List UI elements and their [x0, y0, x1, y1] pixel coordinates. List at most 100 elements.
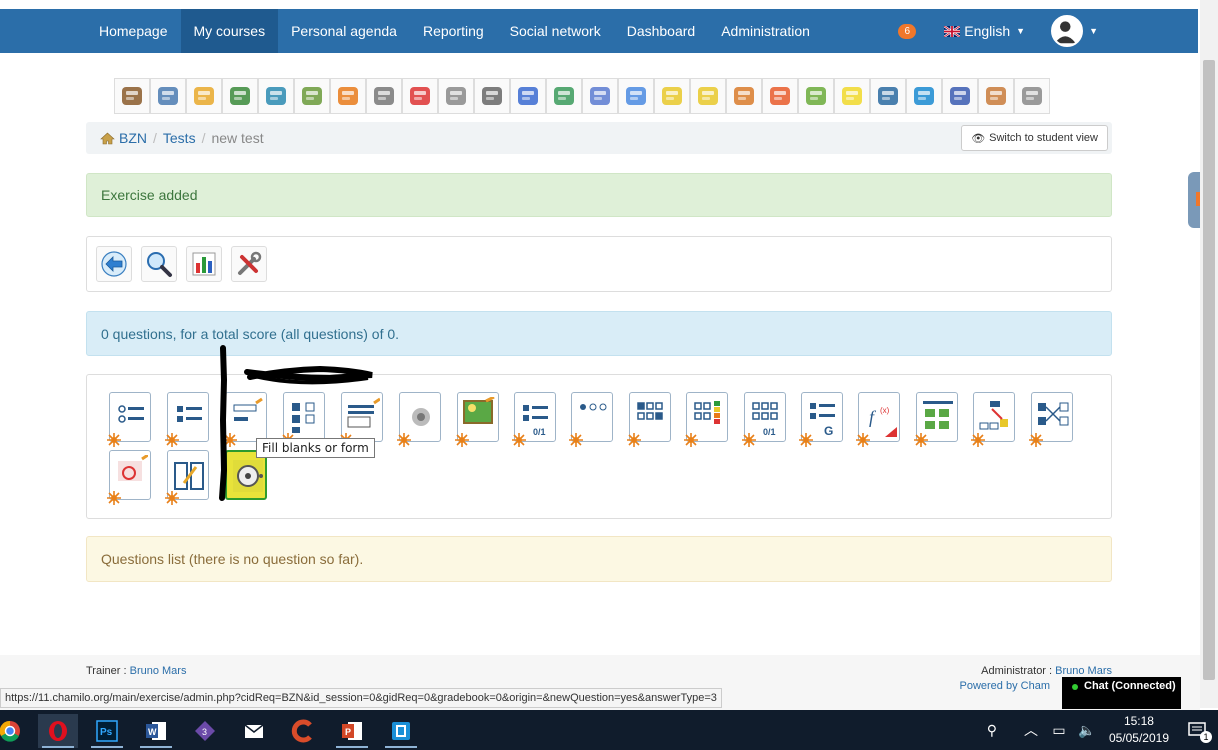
breadcrumb-course[interactable]: BZN [119, 130, 147, 146]
question-type-unique-answer-no-option[interactable] [569, 392, 613, 447]
question-type-multiple-answer-true-false-degree[interactable] [684, 392, 728, 447]
tool-survey[interactable] [834, 78, 870, 114]
tool-dropbox[interactable] [582, 78, 618, 114]
chevron-up-icon[interactable]: ︿ [1020, 719, 1042, 741]
question-type-combination-true-false[interactable]: 0/1 [742, 392, 786, 447]
admin-info: Administrator : Bruno Mars [981, 665, 1112, 677]
notification-center-icon[interactable]: 1 [1186, 719, 1212, 743]
admin-link[interactable]: Bruno Mars [1055, 665, 1112, 677]
powered-by-link[interactable]: Powered by Cham [960, 680, 1051, 692]
side-panel-tab[interactable] [1188, 172, 1200, 228]
tools-icon [238, 251, 262, 275]
magnifier-icon [147, 252, 172, 277]
app-window-icon[interactable] [381, 714, 421, 748]
question-type-calculated-answer[interactable]: f (x) [856, 392, 900, 447]
question-type-match-arrows[interactable] [1029, 392, 1073, 447]
tool-announcements[interactable] [330, 78, 366, 114]
chrome-icon[interactable] [0, 714, 30, 748]
tool-agenda[interactable] [510, 78, 546, 114]
tool-settings[interactable] [978, 78, 1014, 114]
people-icon[interactable]: ⚲ [981, 719, 1003, 741]
question-type-oral-expression[interactable] [397, 392, 441, 447]
nav-homepage[interactable]: Homepage [86, 9, 181, 53]
powerpoint-icon[interactable]: P [332, 714, 372, 748]
question-type-multiple-answer[interactable] [165, 392, 209, 447]
ccleaner-icon[interactable] [283, 714, 323, 748]
tool-course-description[interactable] [150, 78, 186, 114]
tool-users[interactable] [618, 78, 654, 114]
tool-learning-path[interactable] [222, 78, 258, 114]
back-button[interactable] [96, 246, 132, 282]
tool-forum[interactable] [690, 78, 726, 114]
question-type-hotspot[interactable] [455, 392, 499, 447]
notebook-icon [806, 87, 826, 105]
learning-path-icon [230, 87, 250, 105]
app-triangle-icon[interactable]: 3 [185, 714, 225, 748]
chat-label: Chat (Connected) [1084, 680, 1176, 692]
tool-maintenance[interactable] [1014, 78, 1050, 114]
question-type-reading-comprehension[interactable] [165, 450, 209, 505]
new-star-icon [455, 433, 469, 447]
scrollbar[interactable] [1200, 0, 1218, 708]
tool-shared-documents[interactable] [942, 78, 978, 114]
tool-attendance[interactable] [438, 78, 474, 114]
network-icon[interactable]: ▭ [1048, 719, 1070, 741]
question-type-annotation[interactable] [107, 450, 151, 505]
windows-taskbar: Ps W 3 P ⚲ ︿ ▭ 🔈 15:18 05/05/2019 1 [0, 710, 1218, 750]
notification-badge[interactable]: 6 [898, 23, 917, 39]
tool-documents[interactable] [186, 78, 222, 114]
combination-true-false-icon: 0/1 [752, 402, 778, 437]
tool-links[interactable] [258, 78, 294, 114]
question-type-fill-blanks[interactable] [223, 392, 267, 447]
nav-administration[interactable]: Administration [708, 9, 823, 53]
preview-button[interactable] [141, 246, 177, 282]
tool-assessments[interactable] [366, 78, 402, 114]
tool-tests[interactable] [294, 78, 330, 114]
tool-home[interactable] [114, 78, 150, 114]
tool-wiki[interactable] [474, 78, 510, 114]
switch-student-view-button[interactable]: 👁 Switch to student view [961, 125, 1108, 151]
results-button[interactable] [186, 246, 222, 282]
tool-glossary[interactable] [402, 78, 438, 114]
tool-chat[interactable] [654, 78, 690, 114]
user-menu[interactable]: ▼ [1051, 15, 1098, 47]
nav-my-courses[interactable]: My courses [180, 9, 279, 53]
top-navbar: Homepage My courses Personal agenda Repo… [0, 9, 1198, 53]
question-type-matching[interactable] [281, 392, 325, 447]
question-type-image-unique-answer[interactable] [914, 392, 958, 447]
tool-assignments[interactable] [906, 78, 942, 114]
tool-videoconference[interactable] [870, 78, 906, 114]
question-type-drag-and-drop[interactable] [971, 392, 1015, 447]
question-type-exact-selection[interactable]: 0/1 [512, 392, 556, 447]
tool-notebook[interactable] [798, 78, 834, 114]
question-type-global-multiple-answer[interactable]: G [799, 392, 843, 447]
wiki-icon [482, 87, 502, 105]
settings-button[interactable] [231, 246, 267, 282]
tool-course-progress[interactable] [762, 78, 798, 114]
nav-social-network[interactable]: Social network [497, 9, 614, 53]
users-icon [626, 87, 646, 105]
scrollbar-thumb[interactable] [1203, 60, 1215, 680]
questions-list-message: Questions list (there is no question so … [101, 551, 364, 567]
question-type-unique-answer[interactable] [107, 392, 151, 447]
browser-status-url: https://11.chamilo.org/main/exercise/adm… [0, 688, 722, 708]
word-icon[interactable]: W [136, 714, 176, 748]
trainer-link[interactable]: Bruno Mars [130, 665, 187, 677]
nav-personal-agenda[interactable]: Personal agenda [278, 9, 410, 53]
tool-groups[interactable] [546, 78, 582, 114]
media-question-icon [233, 460, 263, 492]
clock[interactable]: 15:18 05/05/2019 [1109, 713, 1169, 747]
tool-blog[interactable] [726, 78, 762, 114]
photoshop-icon[interactable]: Ps [87, 714, 127, 748]
opera-icon[interactable] [38, 714, 78, 748]
question-type-open-question[interactable] [339, 392, 383, 447]
chat-icon [662, 87, 682, 105]
chat-status[interactable]: Chat (Connected) [1062, 677, 1181, 709]
nav-reporting[interactable]: Reporting [410, 9, 497, 53]
breadcrumb-tests[interactable]: Tests [163, 130, 196, 146]
question-type-multiple-answer-true-false[interactable] [627, 392, 671, 447]
language-selector[interactable]: English ▼ [944, 23, 1025, 39]
mail-icon[interactable] [234, 714, 274, 748]
nav-dashboard[interactable]: Dashboard [614, 9, 709, 53]
volume-icon[interactable]: 🔈 [1076, 719, 1098, 741]
